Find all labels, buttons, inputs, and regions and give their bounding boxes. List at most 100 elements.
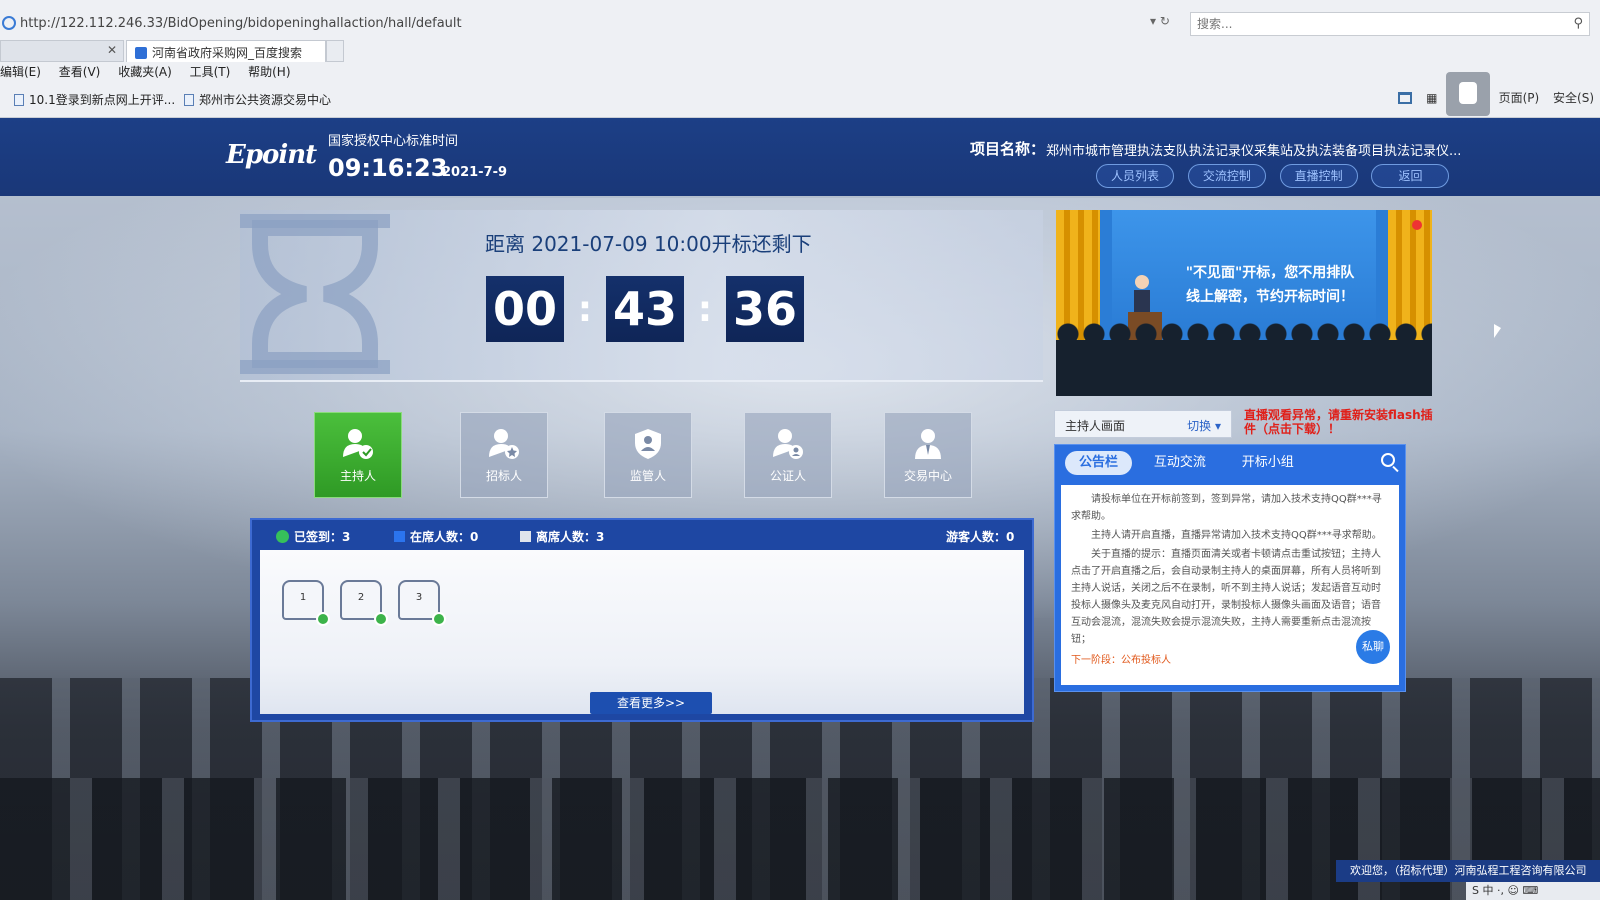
menu-safety[interactable]: 安全(S) [1553, 91, 1594, 105]
countdown-seconds: 36 [726, 276, 804, 342]
flash-warning-link[interactable]: 直播观看异常，请重新安装flash插件（点击下载）！ [1244, 408, 1444, 436]
project-name: 郑州市城市管理执法支队执法记录仪采集站及执法装备项目执法记录仪... [1046, 144, 1462, 159]
notice-paragraph: 关于直播的提示：直播页面清关或者卡顿请点击重试按钮；主持人点击了开启直播之后，会… [1071, 549, 1381, 645]
menu-page[interactable]: 页面(P) [1499, 91, 1540, 105]
guest-count: 游客人数：0 [946, 530, 1015, 544]
countdown-hours: 00 [486, 276, 564, 342]
tab-interaction[interactable]: 互动交流 [1140, 451, 1220, 475]
attendance-panel: 已签到：3 在席人数：0 离席人数：3 游客人数：0 1 2 3 查看更多>> [250, 518, 1034, 722]
role-label: 招标人 [485, 469, 522, 483]
check-icon [316, 612, 330, 626]
header-buttons: 人员列表 交流控制 直播控制 返回 [1096, 164, 1459, 190]
home-icon[interactable] [1398, 92, 1413, 104]
browser-chrome: http://122.112.246.33/BidOpening/bidopen… [0, 0, 1600, 118]
search-icon[interactable]: ⚲ [1573, 16, 1583, 31]
record-indicator-icon [1412, 220, 1422, 230]
role-tenderer[interactable]: 招标人 [460, 412, 548, 498]
seat[interactable]: 1 [282, 580, 330, 626]
standard-time-label: 国家授权中心标准时间 [328, 134, 459, 149]
browser-search-input[interactable] [1191, 13, 1551, 35]
countdown-digits: 00:43:36 [486, 276, 804, 342]
refresh-icon[interactable]: ▾ ↻ [1150, 14, 1170, 28]
role-label: 公证人 [769, 469, 806, 483]
bid-opening-hall: Epoint 国家授权中心标准时间 09:16:23 2021-7-9 项目名称… [0, 118, 1600, 900]
notary-icon [773, 429, 803, 459]
mouse-cursor-icon [1494, 324, 1501, 338]
project-label: 项目名称： [970, 140, 1046, 158]
tenderer-icon [489, 429, 519, 459]
tab-strip: ✕ 河南省政府采购网_百度搜索 [0, 40, 1600, 62]
role-host[interactable]: 主持人 [314, 412, 402, 498]
role-supervisor[interactable]: 监管人 [604, 412, 692, 498]
menu-edit[interactable]: 编辑(E) [0, 63, 41, 80]
tab-label: 河南省政府采购网_百度搜索 [152, 46, 303, 60]
supervisor-icon [635, 429, 661, 459]
baidu-icon [135, 47, 147, 59]
menu-bar: 编辑(E) 查看(V) 收藏夹(A) 工具(T) 帮助(H) [0, 63, 305, 83]
colon: : [577, 288, 593, 330]
search-icon[interactable] [1381, 453, 1395, 467]
camera-value: 主持人画面 [1065, 419, 1126, 433]
rss-icon[interactable]: ▦ [1426, 91, 1437, 105]
role-label: 交易中心 [903, 469, 952, 483]
tab-blank[interactable]: ✕ [0, 40, 124, 62]
address-url[interactable]: http://122.112.246.33/BidOpening/bidopen… [20, 16, 462, 31]
close-tab-icon[interactable]: ✕ [107, 43, 117, 57]
camera-select[interactable]: 主持人画面 切换 ▾ [1054, 410, 1232, 438]
check-icon [432, 612, 446, 626]
hall-header: Epoint 国家授权中心标准时间 09:16:23 2021-7-9 项目名称… [0, 118, 1600, 196]
menu-view[interactable]: 查看(V) [59, 63, 101, 80]
audience-silhouette [1056, 322, 1432, 396]
address-bar: http://122.112.246.33/BidOpening/bidopen… [0, 10, 1600, 40]
video-slogan-2: 线上解密，节约开标时间！ [1186, 289, 1354, 305]
welcome-bar: 欢迎您，（招标代理）河南弘程工程咨询有限公司 [1336, 860, 1600, 882]
back-button[interactable]: 返回 [1371, 164, 1450, 188]
new-tab-button[interactable] [326, 40, 344, 62]
tab-bulletin[interactable]: 公告栏 [1065, 451, 1133, 475]
live-video[interactable]: "不见面"开标，您不用排队 线上解密，节约开标时间！ [1056, 210, 1432, 396]
countdown-panel: 距离 2021-07-09 10:00开标还剩下 00:43:36 [240, 210, 1043, 382]
communication-control-button[interactable]: 交流控制 [1187, 164, 1266, 188]
live-control-button[interactable]: 直播控制 [1279, 164, 1358, 188]
tab-opening-team[interactable]: 开标小组 [1228, 451, 1308, 475]
colon: : [697, 288, 713, 330]
attendance-stats: 已签到：3 在席人数：0 离席人数：3 游客人数：0 [252, 520, 1032, 550]
page-icon [184, 94, 194, 106]
role-label: 监管人 [629, 469, 666, 483]
personnel-list-button[interactable]: 人员列表 [1096, 164, 1174, 188]
seat[interactable]: 3 [398, 580, 446, 626]
private-chat-button[interactable]: 私聊 [1354, 628, 1392, 666]
present-square-icon [394, 531, 405, 542]
next-stage-link[interactable]: 下一阶段：公布投标人 [1071, 652, 1389, 669]
signed-count: 已签到：3 [276, 528, 350, 545]
check-icon [374, 612, 388, 626]
view-more-button[interactable]: 查看更多>> [590, 692, 712, 714]
seat[interactable]: 2 [340, 580, 388, 626]
menu-tools[interactable]: 工具(T) [190, 63, 231, 80]
absent-square-icon [520, 531, 531, 542]
notice-content: 请投标单位在开标前签到，签到异常，请加入技术支持QQ群***寻求帮助。 主持人请… [1061, 485, 1399, 685]
standard-time: 09:16:23 [328, 154, 448, 182]
ie-page-icon [2, 16, 16, 30]
command-bar: ▦ ✉ ⎙ 页面(P) 安全(S) [1388, 89, 1594, 106]
favorite-item[interactable]: 10.1登录到新点网上开评... [14, 91, 175, 108]
tab-search[interactable]: 河南省政府采购网_百度搜索 [126, 40, 326, 62]
favorite-item[interactable]: 郑州市公共资源交易中心 [184, 91, 331, 108]
notice-paragraph: 主持人请开启直播，直播异常请加入技术支持QQ群***寻求帮助。 [1091, 530, 1382, 541]
menu-favorites[interactable]: 收藏夹(A) [118, 63, 172, 80]
seat-area: 1 2 3 查看更多>> [260, 550, 1024, 714]
menu-help[interactable]: 帮助(H) [248, 63, 290, 80]
epoint-logo: Epoint [226, 140, 317, 170]
role-notary[interactable]: 公证人 [744, 412, 832, 498]
host-icon [343, 429, 373, 459]
switch-camera-button[interactable]: 切换 ▾ [1187, 417, 1221, 434]
video-slogan-1: "不见面"开标，您不用排队 [1185, 265, 1355, 281]
check-circle-icon [276, 530, 289, 543]
countdown-title: 距离 2021-07-09 10:00开标还剩下 [485, 232, 812, 256]
role-trade-center[interactable]: 交易中心 [884, 412, 972, 498]
notice-tabs: 公告栏 互动交流 开标小组 [1065, 451, 1312, 475]
ime-toolbar[interactable]: S 中 ·, ☺ ⌨ [1466, 882, 1600, 900]
hourglass-icon [240, 214, 390, 374]
floating-app-icon[interactable] [1446, 72, 1490, 116]
browser-search-box[interactable]: ⚲ [1190, 12, 1590, 36]
